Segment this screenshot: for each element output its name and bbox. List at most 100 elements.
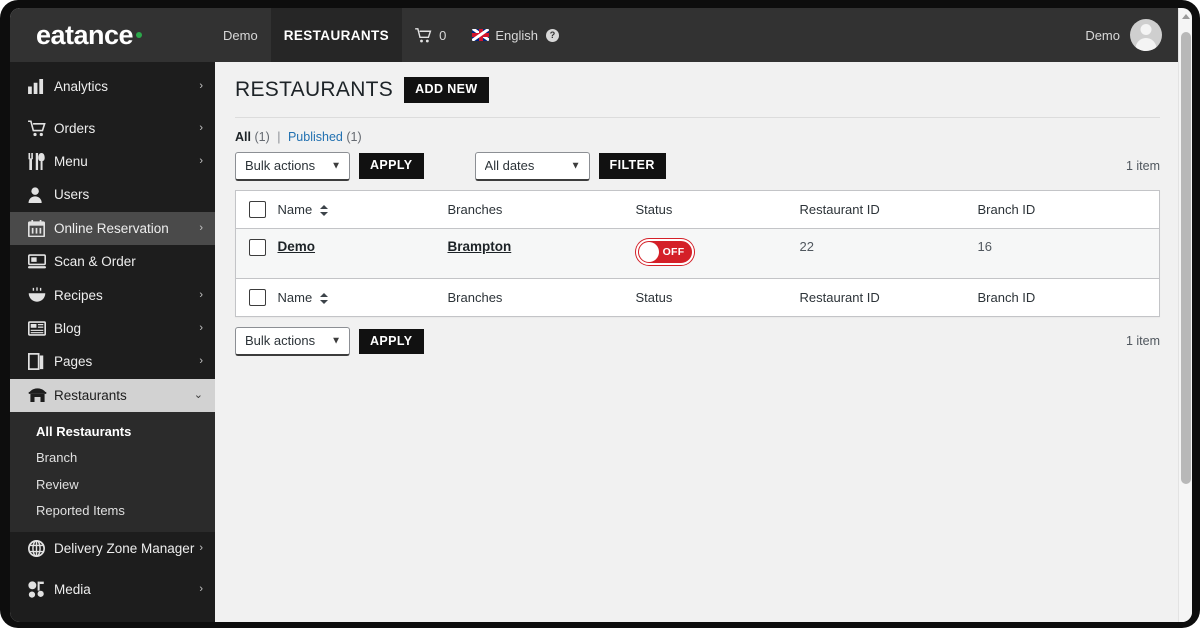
help-icon[interactable]: ? [545,28,559,42]
sidebar-item-label: Scan & Order [54,254,136,270]
status-toggle-label: OFF [662,245,685,258]
row-branch-cell: Brampton [447,228,636,279]
table-foot: Name Branches Status Restaurant ID Branc… [235,277,1160,317]
sidebar: Analytics › Orders › Menu › Users Online… [10,62,215,622]
views-separator: | [277,129,281,144]
vertical-scrollbar[interactable] [1178,8,1192,622]
chevron-right-icon: › [199,121,203,134]
chevron-right-icon: › [199,154,203,167]
table-header-row: Name Branches Status Restaurant ID Branc… [235,190,1160,229]
sidebar-item-menu[interactable]: Menu › [10,145,215,178]
sidebar-item-media[interactable]: Media › [10,573,215,606]
row-status-cell: OFF [635,228,800,279]
column-header-branches: Branches [447,190,636,229]
sidebar-item-analytics[interactable]: Analytics › [10,70,215,103]
branch-name-link[interactable]: Brampton [448,239,512,254]
tablenav-top: Bulk actions ▼ APPLY All dates ▼ FILTER … [215,144,1180,181]
sidebar-item-label: Orders [54,120,96,136]
adminbar-cart[interactable]: 0 [402,8,459,62]
user-icon [28,187,54,203]
pages-icon [28,353,54,371]
dates-select[interactable]: All dates [474,151,590,181]
add-new-button[interactable]: ADD NEW [404,77,489,103]
table-body: Demo Brampton OFF 22 16 [235,228,1160,279]
select-all-checkbox[interactable] [249,200,266,218]
sidebar-item-label: Delivery Zone Manager [54,541,195,557]
admin-bar: eatance Demo RESTAURANTS 0 English ? Dem… [10,8,1192,62]
adminbar-account[interactable]: Demo [1085,8,1192,62]
table-head: Name Branches Status Restaurant ID Branc… [235,190,1160,229]
bulk-actions-select[interactable]: Bulk actions [235,151,350,181]
row-name-cell: Demo [277,228,448,279]
avatar[interactable] [1130,19,1162,51]
sidebar-item-reported-items[interactable]: Reported Items [10,497,215,524]
sidebar-item-review[interactable]: Review [10,471,215,498]
table-row[interactable]: Demo Brampton OFF 22 16 [235,228,1160,279]
dates-select-wrap: All dates ▼ [474,151,590,181]
restaurants-table: Name Branches Status Restaurant ID Branc… [235,189,1160,317]
scrollbar-thumb[interactable] [1181,32,1191,484]
restaurants-table-wrapper: Name Branches Status Restaurant ID Branc… [215,181,1180,317]
apply-button-top[interactable]: APPLY [359,153,424,180]
sidebar-subitem-label: Reported Items [36,503,125,519]
column-footer-branch-id-label: Branch ID [977,289,1036,305]
sort-arrows-icon[interactable] [319,204,328,217]
adminbar-language[interactable]: English ? [459,8,572,62]
select-all-header [235,190,278,229]
sidebar-item-label: Recipes [54,287,103,303]
sidebar-item-all-restaurants[interactable]: All Restaurants [10,418,215,445]
adminbar-user-name: Demo [1085,27,1120,43]
main-content: RESTAURANTS ADD NEW All (1) | Published … [215,62,1180,622]
adminbar-site-name-label: Demo [223,27,258,43]
view-link-all[interactable]: All [235,130,251,144]
row-checkbox[interactable] [249,238,266,256]
sidebar-item-online-reservation[interactable]: Online Reservation › [10,211,215,245]
shopping-cart-icon [28,120,54,137]
column-footer-branches: Branches [447,277,636,317]
bulk-actions-select-bottom[interactable]: Bulk actions [235,326,350,356]
apply-button-bottom[interactable]: APPLY [359,328,424,355]
filter-button[interactable]: FILTER [598,153,666,180]
view-link-published[interactable]: Published [288,130,343,144]
view-count-published: (1) [346,129,362,144]
sidebar-item-label: Menu [54,153,88,169]
table-footer-row: Name Branches Status Restaurant ID Branc… [235,277,1160,317]
sidebar-item-scan-and-order[interactable]: Scan & Order [10,245,215,278]
adminbar-tab-restaurants[interactable]: RESTAURANTS [270,8,403,62]
sidebar-item-restaurants[interactable]: Restaurants ⌄ [10,378,215,412]
status-toggle[interactable]: OFF [635,238,694,265]
adminbar-site-name[interactable]: Demo [210,8,271,62]
sidebar-item-label: Media [54,582,91,598]
sidebar-item-orders[interactable]: Orders › [10,111,215,144]
item-count-top: 1 item [1125,159,1160,174]
sidebar-item-label: Analytics [54,79,109,95]
restaurant-name-link[interactable]: Demo [278,239,316,254]
column-header-restaurant-id-label: Restaurant ID [799,201,880,217]
row-restaurant-id-cell: 22 [799,228,978,279]
item-count-bottom: 1 item [1125,334,1160,349]
chevron-right-icon: › [199,221,203,234]
adminbar-cart-count: 0 [439,27,447,43]
select-all-checkbox-footer[interactable] [249,288,266,306]
column-footer-name-label: Name [277,289,313,305]
column-footer-name[interactable]: Name [277,277,448,317]
sidebar-item-delivery-zone-manager[interactable]: Delivery Zone Manager › [10,532,215,565]
status-toggle-knob [638,241,659,262]
bulk-actions-select-wrap: Bulk actions ▼ [235,151,350,181]
brand-logo[interactable]: eatance [10,8,210,62]
sort-arrows-icon[interactable] [319,292,328,305]
sidebar-item-recipes[interactable]: Recipes › [10,278,215,311]
column-header-name[interactable]: Name [277,190,448,229]
recipe-bowl-icon [28,287,54,303]
scroll-up-arrow-icon[interactable] [1182,14,1190,19]
sidebar-item-blog[interactable]: Blog › [10,312,215,345]
scan-device-icon [28,254,54,269]
row-branch-id-cell: 16 [977,228,1160,279]
sidebar-item-pages[interactable]: Pages › [10,345,215,378]
column-footer-restaurant-id: Restaurant ID [799,277,978,317]
brand-logo-dot [136,32,143,38]
sidebar-item-label: Blog [54,320,82,336]
sidebar-item-label: Restaurants [54,387,127,403]
sidebar-item-users[interactable]: Users [10,178,215,211]
sidebar-item-branch[interactable]: Branch [10,444,215,471]
